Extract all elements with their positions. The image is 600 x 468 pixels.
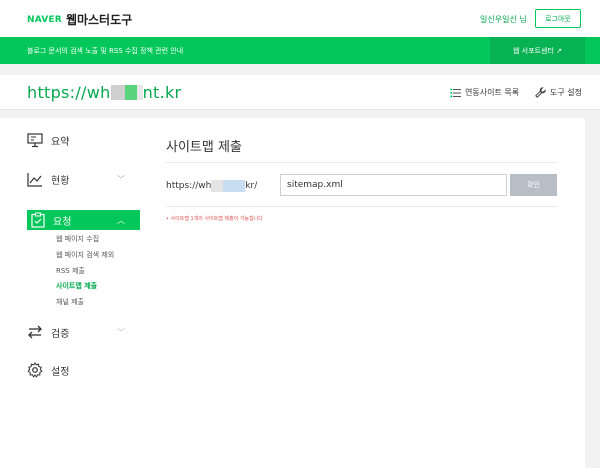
redacted-block <box>124 85 137 100</box>
confirm-button[interactable]: 확인 <box>510 174 557 196</box>
monitor-icon <box>27 133 43 148</box>
sidebar-item-label: 요청 <box>53 216 72 228</box>
logout-button[interactable]: 로그아웃 <box>535 9 581 28</box>
sitemap-url-prefix: https://wh kr/ <box>166 180 257 192</box>
sidebar: 요약 현황 ﹀ 요청 ︿ 웹 페이지 수집 웹 페이지 검색 제외 RSS 제출… <box>0 118 140 468</box>
tool-settings-button[interactable]: 도구 설정 <box>535 87 582 98</box>
chevron-down-icon: ﹀ <box>117 174 125 184</box>
logo[interactable]: NAVER 웹마스터도구 <box>27 11 132 28</box>
user-greeting[interactable]: 일신우일신 님 <box>480 14 527 25</box>
sidebar-item-label: 현황 <box>51 175 70 187</box>
url-prefix-end: kr/ <box>245 181 258 191</box>
gear-icon <box>27 362 43 378</box>
sidebar-item-summary[interactable]: 요약 <box>27 132 69 148</box>
exchange-arrows-icon <box>28 325 42 339</box>
sidebar-subitem-sitemap-submit[interactable]: 사이트맵 제출 <box>56 281 97 291</box>
sidebar-subitem-rss-submit[interactable]: RSS 제출 <box>56 266 85 276</box>
top-header: NAVER 웹마스터도구 일신우일신 님 로그아웃 <box>0 0 600 37</box>
list-icon <box>450 88 461 97</box>
site-bar: https://wh nt.kr 연동사이트 목록 도구 설정 <box>0 75 600 110</box>
site-url-suffix: nt.kr <box>142 83 182 102</box>
wrench-icon <box>535 87 546 98</box>
chevron-up-icon: ︿ <box>117 215 125 225</box>
support-center-button[interactable]: 웹 서포트센터 ↗ <box>490 37 585 64</box>
sidebar-item-label: 요약 <box>51 136 70 148</box>
chevron-down-icon: ﹀ <box>117 327 125 337</box>
redacted-block <box>223 180 246 192</box>
sitemap-note: • 사이트맵 1개의 사이트맵 제출이 가능합니다 <box>166 216 263 222</box>
page-title: 사이트맵 제출 <box>166 140 242 155</box>
divider <box>166 162 558 163</box>
sidebar-item-settings[interactable]: 설정 <box>27 362 69 378</box>
sidebar-item-label: 검증 <box>51 328 70 340</box>
line-chart-icon <box>27 173 42 187</box>
redacted-block <box>211 180 224 192</box>
sidebar-item-request[interactable]: 요청 ︿ <box>27 210 140 230</box>
redacted-block <box>110 85 125 100</box>
sidebar-subitem-channel-submit[interactable]: 채널 제출 <box>56 297 84 307</box>
sidebar-item-verify[interactable]: 검증 ﹀ <box>27 324 125 340</box>
clipboard-icon <box>31 212 45 228</box>
support-center-label: 웹 서포트센터 ↗ <box>513 46 562 55</box>
naver-brand: NAVER <box>27 14 62 25</box>
url-prefix-start: https://wh <box>166 181 212 191</box>
notice-banner: 블로그 문서의 검색 노출 및 RSS 수집 정책 관련 안내 웹 서포트센터 … <box>0 37 600 64</box>
linked-sites-button[interactable]: 연동사이트 목록 <box>450 87 519 98</box>
tool-settings-label: 도구 설정 <box>550 88 582 97</box>
app-title: 웹마스터도구 <box>65 13 133 27</box>
sidebar-subitem-webpage-exclude[interactable]: 웹 페이지 검색 제외 <box>56 250 114 260</box>
linked-sites-label: 연동사이트 목록 <box>465 88 520 97</box>
main-panel: 사이트맵 제출 https://wh kr/ 확인 • 사이트맵 1개의 사이트… <box>140 118 585 468</box>
sidebar-item-label: 설정 <box>51 366 70 378</box>
sitemap-input[interactable] <box>280 174 507 196</box>
sidebar-subitem-webpage-collect[interactable]: 웹 페이지 수집 <box>56 234 99 244</box>
divider <box>166 206 558 207</box>
site-url-prefix: https://wh <box>27 83 111 102</box>
site-url[interactable]: https://wh nt.kr <box>27 83 181 102</box>
sidebar-item-status[interactable]: 현황 ﹀ <box>27 171 125 187</box>
banner-message[interactable]: 블로그 문서의 검색 노출 및 RSS 수집 정책 관련 안내 <box>27 46 183 56</box>
